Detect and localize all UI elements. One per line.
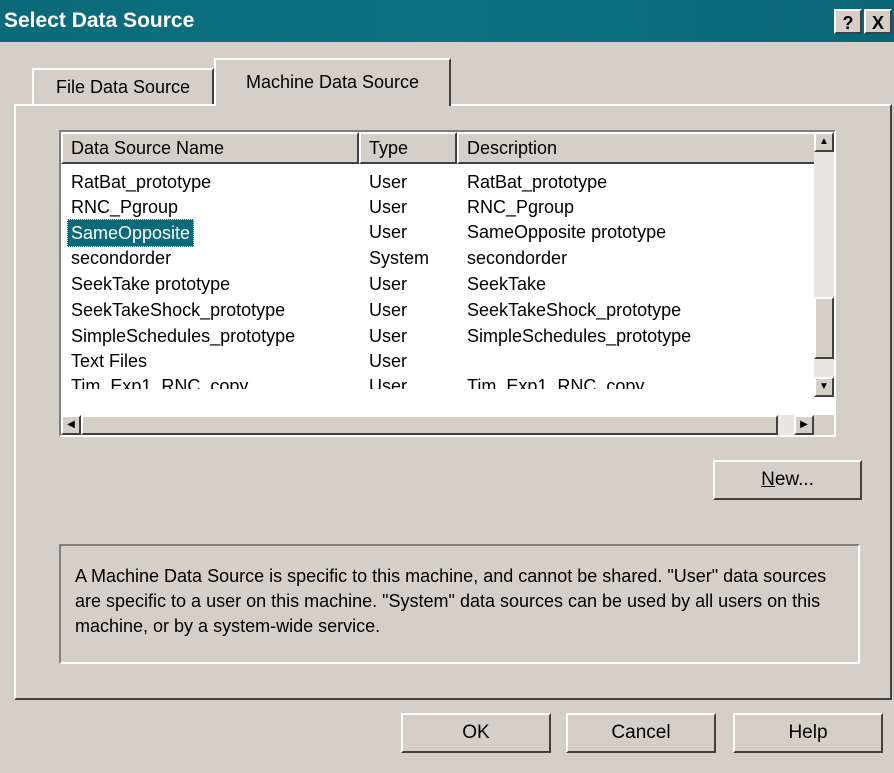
row-description: Tim_Exp1_RNC_copy (467, 376, 645, 389)
window-title: Select Data Source (4, 9, 195, 32)
horizontal-scroll-thumb[interactable] (81, 415, 778, 435)
row-name: RNC_Pgroup (71, 197, 179, 217)
help-button[interactable]: Help (733, 713, 883, 753)
row-description: SeekTake (467, 274, 547, 294)
row-name: Text Files (71, 351, 148, 371)
row-type: User (369, 197, 408, 217)
row-description: RatBat_prototype (467, 172, 608, 192)
row-name: Tim_Exp1_RNC_copy (71, 376, 249, 389)
help-icon[interactable]: ? (834, 9, 862, 34)
row-description: RNC_Pgroup (467, 197, 575, 217)
row-name: SeekTakeShock_prototype (71, 300, 286, 320)
row-type: User (369, 222, 408, 242)
list-item[interactable]: SeekTake prototype User SeekTake (61, 271, 821, 297)
row-name: SimpleSchedules_prototype (71, 326, 296, 346)
title-bar[interactable]: Select Data Source ? X (0, 0, 894, 42)
vertical-scroll-thumb[interactable] (814, 297, 834, 359)
list-item-selected[interactable]: SameOpposite User SameOpposite prototype (61, 219, 821, 247)
row-description: secondorder (467, 248, 568, 268)
new-button[interactable]: New... (713, 460, 862, 500)
ok-button[interactable]: OK (401, 713, 551, 753)
cancel-button[interactable]: Cancel (566, 713, 716, 753)
row-name: RatBat_prototype (71, 172, 212, 192)
row-description: SimpleSchedules_prototype (467, 326, 692, 346)
list-item[interactable]: RNC_Pgroup User RNC_Pgroup (61, 194, 821, 220)
scroll-down-icon[interactable]: ▼ (814, 377, 834, 397)
row-type: User (369, 274, 408, 294)
new-button-mnemonic: N (761, 469, 775, 490)
row-description: SameOpposite prototype (467, 222, 667, 242)
column-header-name[interactable]: Data Source Name (61, 132, 359, 164)
row-type: User (369, 326, 408, 346)
list-item[interactable]: SimpleSchedules_prototype User SimpleSch… (61, 323, 821, 349)
column-header-description[interactable]: Description (457, 132, 816, 164)
info-group: A Machine Data Source is specific to thi… (59, 544, 860, 664)
row-type: User (369, 172, 408, 192)
list-item[interactable]: Text Files User (61, 348, 821, 374)
scroll-up-icon[interactable]: ▲ (814, 132, 834, 152)
data-source-list[interactable]: Data Source Name Type Description RatBat… (59, 130, 836, 437)
close-icon[interactable]: X (864, 9, 892, 34)
row-type: User (369, 300, 408, 320)
list-item[interactable]: SeekTakeShock_prototype User SeekTakeSho… (61, 297, 821, 323)
tab-machine-data-source[interactable]: Machine Data Source (214, 58, 451, 106)
tab-file-data-source[interactable]: File Data Source (32, 68, 214, 104)
new-button-label: ew... (774, 469, 814, 490)
info-text: A Machine Data Source is specific to thi… (75, 566, 827, 636)
column-header-type[interactable]: Type (359, 132, 457, 164)
scrollbar-corner (814, 415, 834, 435)
row-description: SeekTakeShock_prototype (467, 300, 682, 320)
list-item[interactable]: RatBat_prototype User RatBat_prototype (61, 169, 821, 195)
row-name: SameOpposite (67, 219, 195, 247)
scroll-left-icon[interactable]: ◀ (61, 415, 81, 435)
row-name: SeekTake prototype (71, 274, 231, 294)
row-type: User (369, 351, 408, 371)
vertical-scrollbar[interactable]: ▲ ▼ (814, 132, 834, 397)
scroll-right-icon[interactable]: ▶ (794, 415, 814, 435)
horizontal-scrollbar[interactable]: ◀ ▶ (61, 415, 814, 435)
list-item[interactable]: secondorder System secondorder (61, 245, 821, 271)
row-type: System (369, 248, 430, 268)
list-item[interactable]: Tim_Exp1_RNC_copy User Tim_Exp1_RNC_copy (61, 373, 821, 389)
row-name: secondorder (71, 248, 172, 268)
row-type: User (369, 376, 408, 389)
